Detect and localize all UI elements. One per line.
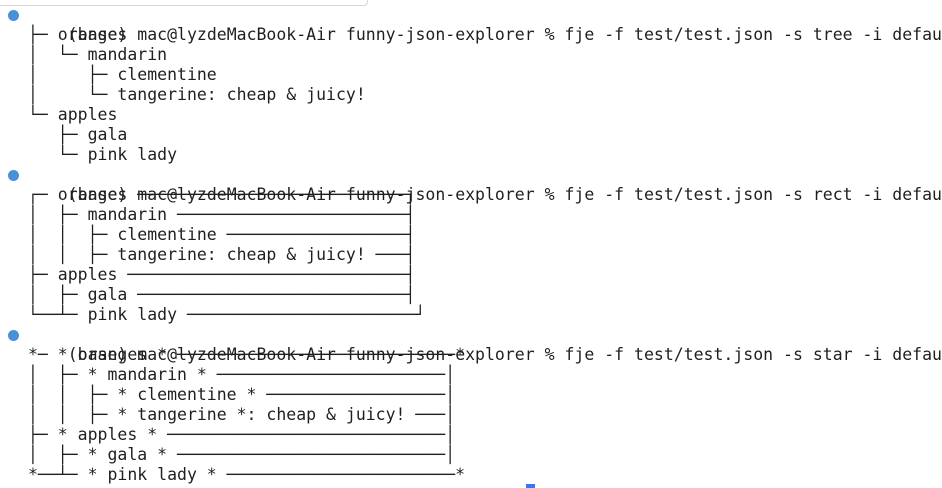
text-cursor <box>526 484 535 488</box>
output-line: │ ├─ * gala * ──────────────────────────… <box>28 445 456 464</box>
output-line: *──┴─ * pink lady * ────────────────────… <box>28 465 466 484</box>
prompt-status-dot-icon <box>8 170 19 181</box>
command-line-star: (base) mac@lyzdeMacBook-Air funny-json-e… <box>0 325 942 364</box>
terminal-output[interactable]: (base) mac@lyzdeMacBook-Air funny-json-e… <box>0 5 942 485</box>
output-line: │ ├─ gala ───────────────────────────┤ <box>28 285 416 304</box>
output-line: │ ├─ clementine <box>28 65 217 84</box>
output-line: └──┴─ pink lady ───────────────────────┘ <box>28 305 426 324</box>
output-line: │ │ ├─ * clementine * ──────────────────… <box>28 385 456 404</box>
output-line: ├─ oranges <box>28 25 128 44</box>
prompt-status-dot-icon <box>8 10 19 21</box>
output-line: └─ pink lady <box>28 145 178 164</box>
output-line: │ └─ tangerine: cheap & juicy! <box>28 85 366 104</box>
output-line: ├─ gala <box>28 125 128 144</box>
output-line: │ └─ mandarin <box>28 45 168 64</box>
output-line: │ ├─ mandarin ───────────────────────┤ <box>28 205 416 224</box>
output-line: └─ apples <box>28 105 118 124</box>
prompt-status-dot-icon <box>8 330 19 341</box>
output-line: ┌─ oranges ───────────────────────────┐ <box>28 185 416 204</box>
output-line: │ ├─ * mandarin * ──────────────────────… <box>28 365 456 384</box>
output-line: │ │ ├─ tangerine: cheap & juicy! ───┤ <box>28 245 416 264</box>
output-line: │ │ ├─ clementine ──────────────────┤ <box>28 225 416 244</box>
command-line-tree: (base) mac@lyzdeMacBook-Air funny-json-e… <box>0 5 942 44</box>
output-line: ├─ apples ────────────────────────────┤ <box>28 265 416 284</box>
output-line: ├─ * apples * ──────────────────────────… <box>28 425 456 444</box>
output-line: *─ * oranges * ─────────────────────────… <box>28 345 466 364</box>
output-line: │ │ ├─ * tangerine *: cheap & juicy! ───… <box>28 405 456 424</box>
command-line-rect: (base) mac@lyzdeMacBook-Air funny-json-e… <box>0 165 942 204</box>
